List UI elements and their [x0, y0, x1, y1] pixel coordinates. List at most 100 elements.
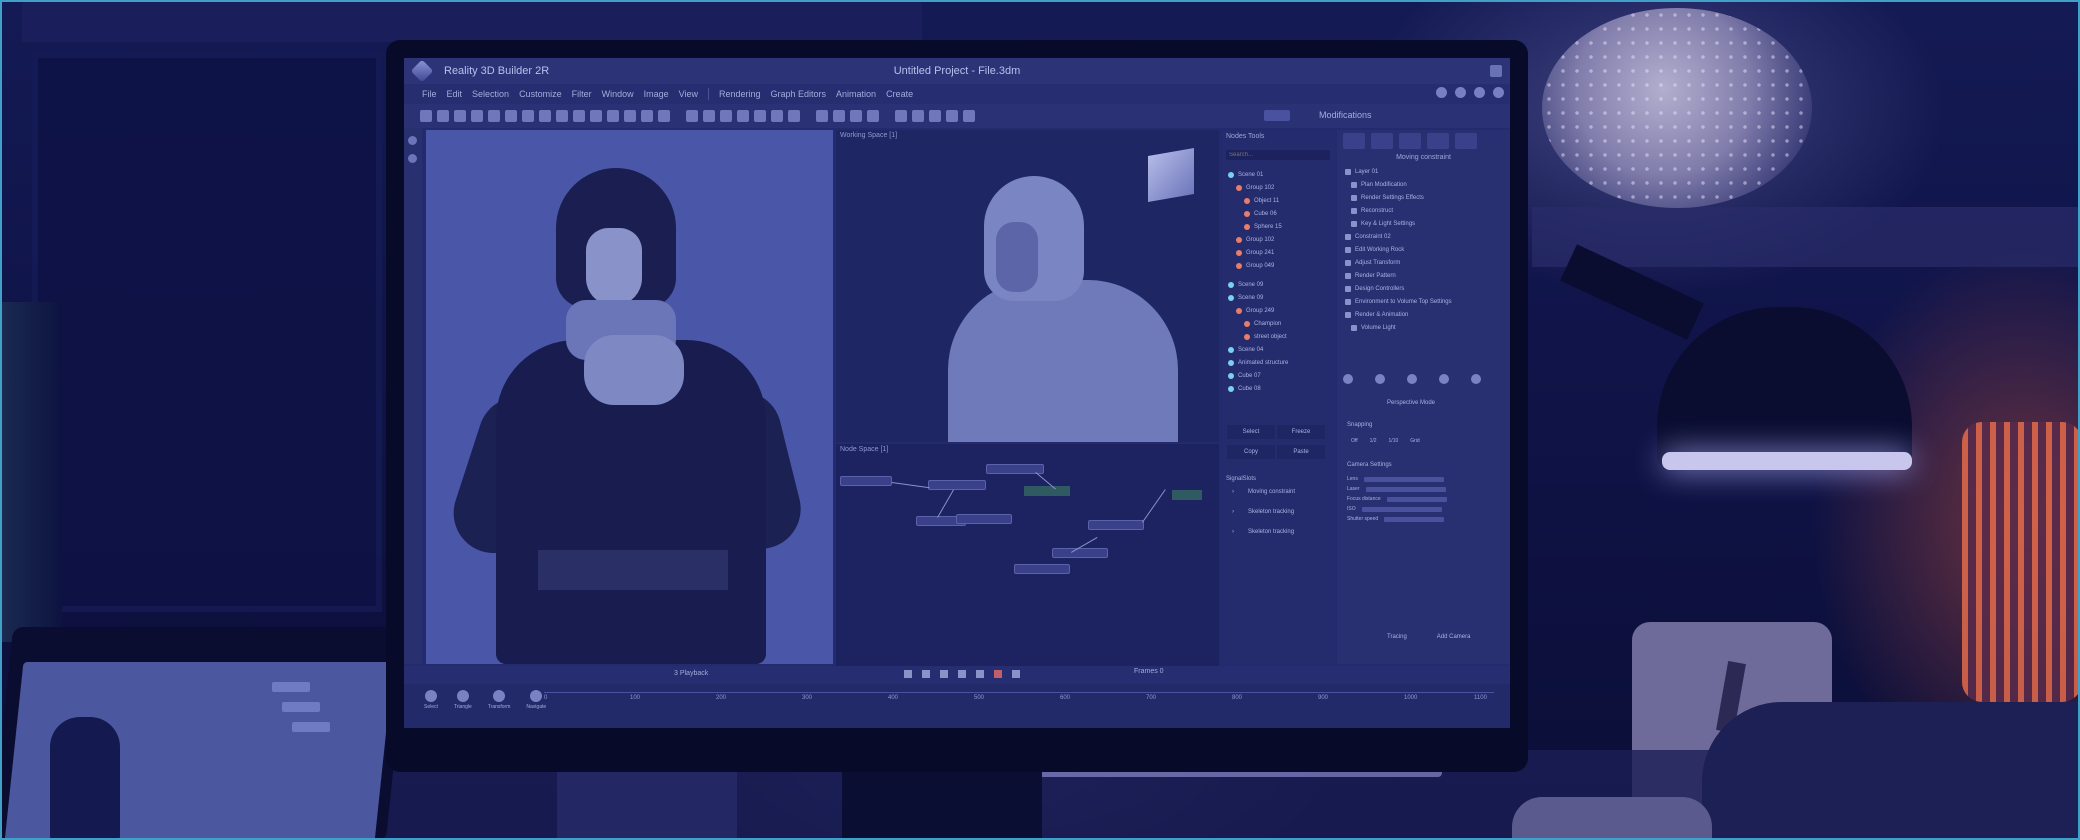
- menu-file[interactable]: File: [422, 89, 437, 99]
- loop-icon[interactable]: [1012, 670, 1020, 678]
- field-slider[interactable]: [1361, 506, 1442, 512]
- modifier-item[interactable]: Render Settings Effects: [1337, 191, 1510, 204]
- select-button[interactable]: Select: [1227, 425, 1275, 439]
- add-camera-button[interactable]: Add Camera: [1437, 634, 1471, 640]
- paste-icon[interactable]: [720, 110, 732, 122]
- tab-modify[interactable]: [1343, 133, 1365, 149]
- copy-button[interactable]: Copy: [1227, 445, 1275, 459]
- graph-node[interactable]: [1052, 548, 1108, 558]
- align-icon[interactable]: [816, 110, 828, 122]
- outliner-item[interactable]: Scene 09: [1222, 291, 1335, 304]
- user-icon[interactable]: [1493, 87, 1504, 98]
- skip-forward-icon[interactable]: [976, 670, 984, 678]
- snap-option[interactable]: Off: [1351, 438, 1358, 444]
- graph-node[interactable]: [1088, 520, 1144, 530]
- show-result-icon[interactable]: [1375, 374, 1385, 384]
- graph-node[interactable]: [928, 480, 986, 490]
- copy-icon[interactable]: [703, 110, 715, 122]
- tab-display[interactable]: [1427, 133, 1449, 149]
- snap-icon[interactable]: [833, 110, 845, 122]
- export-icon[interactable]: [771, 110, 783, 122]
- outliner-item[interactable]: Scene 09: [1222, 278, 1335, 291]
- material-icon[interactable]: [624, 110, 636, 122]
- tab-utilities[interactable]: [1455, 133, 1477, 149]
- field-slider[interactable]: [1386, 496, 1447, 502]
- snap-option[interactable]: 1/2: [1370, 438, 1377, 444]
- select-tool[interactable]: Select: [424, 690, 438, 710]
- pin-icon[interactable]: [408, 136, 417, 145]
- save-icon[interactable]: [454, 110, 466, 122]
- triangle-tool[interactable]: Triangle: [454, 690, 472, 710]
- graph-node[interactable]: [840, 476, 892, 486]
- record-icon[interactable]: [994, 670, 1002, 678]
- configure-icon[interactable]: [1471, 374, 1481, 384]
- render-icon[interactable]: [522, 110, 534, 122]
- menu-edit[interactable]: Edit: [447, 89, 463, 99]
- field-slider[interactable]: [1365, 486, 1446, 492]
- timeline-ruler[interactable]: 0 100 200 300 400 500 600 700 800 900 10…: [544, 692, 1494, 720]
- outliner-item[interactable]: Group 049: [1222, 259, 1335, 272]
- outliner-search-input[interactable]: [1226, 150, 1330, 160]
- outliner-item[interactable]: Cube 08: [1222, 382, 1335, 395]
- settings-icon[interactable]: [1474, 87, 1485, 98]
- palette-icon[interactable]: [912, 110, 924, 122]
- outliner-item[interactable]: Group 102: [1222, 233, 1335, 246]
- modifier-item[interactable]: Constraint 02: [1337, 230, 1510, 243]
- step-forward-icon[interactable]: [958, 670, 966, 678]
- rotate-icon[interactable]: [590, 110, 602, 122]
- outliner-item[interactable]: Scene 04: [1222, 343, 1335, 356]
- outliner-item[interactable]: Object 11: [1222, 194, 1335, 207]
- play-icon[interactable]: [940, 670, 948, 678]
- tracing-button[interactable]: Tracing: [1387, 634, 1407, 640]
- layers-icon[interactable]: [471, 110, 483, 122]
- step-back-icon[interactable]: [922, 670, 930, 678]
- remove-modifier-icon[interactable]: [1439, 374, 1449, 384]
- array-icon[interactable]: [867, 110, 879, 122]
- picture-icon[interactable]: [895, 110, 907, 122]
- modifier-item[interactable]: Volume Light: [1337, 321, 1510, 334]
- outliner-item[interactable]: Group 249: [1222, 304, 1335, 317]
- notification-icon[interactable]: [1455, 87, 1466, 98]
- columns-icon[interactable]: [658, 110, 670, 122]
- camera-icon[interactable]: [505, 110, 517, 122]
- outliner-item[interactable]: Group 241: [1222, 246, 1335, 259]
- share-icon[interactable]: [1436, 87, 1447, 98]
- sphere-icon[interactable]: [929, 110, 941, 122]
- menu-selection[interactable]: Selection: [472, 89, 509, 99]
- signal-slot-row[interactable]: › Skeleton tracking: [1226, 522, 1330, 542]
- doc-icon[interactable]: [946, 110, 958, 122]
- modifier-item[interactable]: Layer 01: [1337, 165, 1510, 178]
- field-slider[interactable]: [1384, 516, 1445, 522]
- make-unique-icon[interactable]: [1407, 374, 1417, 384]
- move-icon[interactable]: [573, 110, 585, 122]
- paste-button[interactable]: Paste: [1277, 445, 1325, 459]
- camera-field[interactable]: ISO: [1347, 506, 1442, 512]
- window-control-icon[interactable]: [1490, 65, 1502, 77]
- modifier-item[interactable]: Edit Working Rock: [1337, 243, 1510, 256]
- modifier-item[interactable]: Adjust Transform: [1337, 256, 1510, 269]
- graph-node[interactable]: [1014, 564, 1070, 574]
- menu-image[interactable]: Image: [644, 89, 669, 99]
- outliner-item[interactable]: Group 102: [1222, 181, 1335, 194]
- menu-window[interactable]: Window: [602, 89, 634, 99]
- snap-option[interactable]: 1/10: [1389, 438, 1399, 444]
- graph-node-active[interactable]: [1024, 486, 1070, 496]
- modifier-item[interactable]: Plan Modification: [1337, 178, 1510, 191]
- scale-icon[interactable]: [607, 110, 619, 122]
- crop-icon[interactable]: [488, 110, 500, 122]
- outliner-item[interactable]: Cube 07: [1222, 369, 1335, 382]
- outliner-item[interactable]: Animated structure: [1222, 356, 1335, 369]
- lock-icon[interactable]: [408, 154, 417, 163]
- camera-field[interactable]: Laser: [1347, 486, 1446, 492]
- field-slider[interactable]: [1363, 476, 1444, 482]
- skip-back-icon[interactable]: [904, 670, 912, 678]
- modifier-item[interactable]: Key & Light Settings: [1337, 217, 1510, 230]
- modifier-item[interactable]: Design Controllers: [1337, 282, 1510, 295]
- import-icon[interactable]: [788, 110, 800, 122]
- graph-node[interactable]: [956, 514, 1012, 524]
- menu-animation[interactable]: Animation: [836, 89, 876, 99]
- camera-field[interactable]: Lens: [1347, 476, 1444, 482]
- menu-create[interactable]: Create: [886, 89, 913, 99]
- tab-motion[interactable]: [1399, 133, 1421, 149]
- menu-view[interactable]: View: [679, 89, 698, 99]
